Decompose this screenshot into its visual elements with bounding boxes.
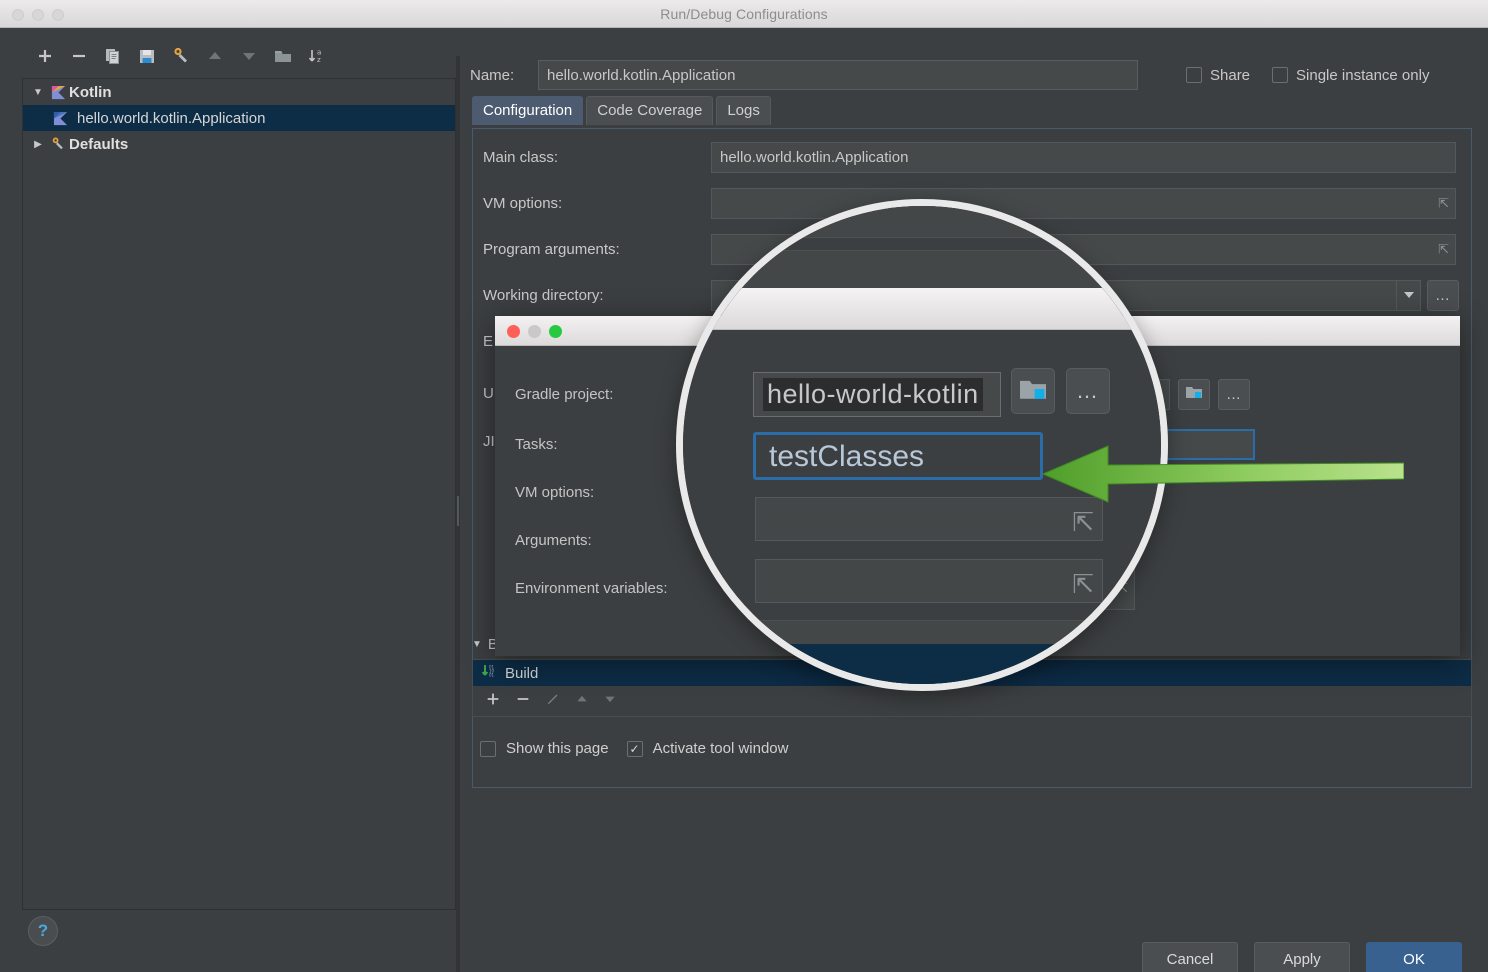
magnified-gradle-project-value: hello-world-kotlin <box>763 378 983 411</box>
working-directory-browse-button[interactable]: … <box>1427 280 1459 311</box>
name-row: Name: Share Single instance only <box>470 58 1480 92</box>
window-titlebar: Run/Debug Configurations <box>0 0 1488 28</box>
single-instance-checkbox[interactable] <box>1272 67 1288 83</box>
main-class-input[interactable]: hello.world.kotlin.Application <box>711 142 1456 173</box>
share-label: Share <box>1210 67 1250 84</box>
kotlin-icon <box>49 111 71 126</box>
gradle-project-browse-button[interactable]: … <box>1218 379 1250 410</box>
minimize-button-icon[interactable] <box>528 325 541 338</box>
tree-group-defaults[interactable]: ▶ Defaults <box>23 131 455 157</box>
dialog-body: a z ▼ Kotlin <box>0 28 1488 972</box>
tab-logs[interactable]: Logs <box>716 96 771 125</box>
ellipsis-label: … <box>1076 378 1100 404</box>
share-checkbox[interactable] <box>1186 67 1202 83</box>
remove-icon[interactable] <box>62 41 96 71</box>
move-up-icon[interactable] <box>198 41 232 71</box>
tab-code-coverage[interactable]: Code Coverage <box>586 96 713 125</box>
configurations-toolbar: a z <box>18 38 456 74</box>
single-instance-label: Single instance only <box>1296 67 1429 84</box>
activate-tool-window-label: Activate tool window <box>653 740 789 757</box>
chevron-right-icon[interactable]: ▶ <box>29 139 47 150</box>
annotation-arrow <box>1040 440 1404 514</box>
magnified-gradle-tasks-value: testClasses <box>769 440 924 474</box>
vm-options-label: VM options: <box>483 195 711 212</box>
minimize-button-icon[interactable] <box>32 9 44 21</box>
configurations-left-pane: a z ▼ Kotlin <box>18 38 456 918</box>
before-launch-item-label: Build <box>505 665 538 682</box>
magnified-pick-project-folder-button[interactable] <box>1011 368 1055 414</box>
remove-icon[interactable] <box>515 691 531 712</box>
expand-icon[interactable]: ⇱ <box>1438 189 1449 218</box>
add-icon[interactable] <box>28 41 62 71</box>
ok-button[interactable]: OK <box>1366 942 1462 972</box>
app-root: Run/Debug Configurations <box>0 0 1488 972</box>
tree-group-kotlin[interactable]: ▼ Kotlin <box>23 79 455 105</box>
svg-text:z: z <box>317 56 321 64</box>
activate-tool-window-checkbox[interactable]: ✓ <box>627 741 643 757</box>
expand-icon[interactable]: ⇱ <box>1438 235 1449 264</box>
project-folder-icon <box>1018 376 1048 407</box>
field-main-class: Main class: hello.world.kotlin.Applicati… <box>483 141 1459 173</box>
before-launch-toolbar <box>473 686 1471 716</box>
folder-icon[interactable] <box>266 41 300 71</box>
close-button-icon[interactable] <box>12 9 24 21</box>
add-icon[interactable] <box>485 691 501 712</box>
move-up-icon[interactable] <box>575 692 589 711</box>
configurations-tree[interactable]: ▼ Kotlin <box>22 78 456 910</box>
wrench-icon <box>47 136 69 152</box>
share-checkbox-group[interactable]: Share <box>1186 67 1250 84</box>
move-down-icon[interactable] <box>603 692 617 711</box>
pane-splitter[interactable] <box>456 56 460 972</box>
show-this-page-label: Show this page <box>506 740 609 757</box>
window-traffic-lights[interactable] <box>12 9 64 21</box>
name-label: Name: <box>470 67 538 84</box>
magnified-gradle-titlebar: ct Gradle Task <box>676 288 1168 330</box>
tree-item-label: hello.world.kotlin.Application <box>77 110 265 127</box>
main-class-label: Main class: <box>483 149 711 166</box>
edit-defaults-wrench-icon[interactable] <box>164 41 198 71</box>
show-this-page-checkbox[interactable] <box>480 741 496 757</box>
project-folder-icon <box>1185 384 1203 404</box>
program-arguments-label: Program arguments: <box>483 241 711 258</box>
tree-item-hello-world-kotlin-application[interactable]: hello.world.kotlin.Application <box>23 105 455 131</box>
chevron-down-icon[interactable] <box>1396 281 1420 310</box>
tree-group-label: Kotlin <box>69 84 112 101</box>
tree-group-label: Defaults <box>69 136 128 153</box>
edit-pencil-icon[interactable] <box>545 691 561 712</box>
before-launch-options: Show this page ✓ Activate tool window <box>480 740 788 757</box>
move-down-icon[interactable] <box>232 41 266 71</box>
magnified-build-row <box>676 644 1168 684</box>
pick-project-folder-button[interactable] <box>1178 379 1210 410</box>
working-directory-label: Working directory: <box>483 287 711 304</box>
magnified-gradle-project-browse-button[interactable]: … <box>1066 368 1110 414</box>
gradle-dialog-traffic-lights[interactable] <box>507 325 562 338</box>
kotlin-icon <box>47 85 69 100</box>
splitter-grip[interactable] <box>457 496 459 526</box>
magnified-gradle-environment-variables-input[interactable]: ⇱ <box>755 559 1103 603</box>
configuration-tabs[interactable]: Configuration Code Coverage Logs <box>472 96 771 125</box>
single-instance-checkbox-group[interactable]: Single instance only <box>1272 67 1429 84</box>
chevron-down-icon[interactable]: ▼ <box>472 639 482 650</box>
svg-text:01: 01 <box>489 673 495 678</box>
close-button-icon[interactable] <box>507 325 520 338</box>
copy-icon[interactable] <box>96 41 130 71</box>
expand-icon[interactable]: ⇱ <box>1072 569 1094 600</box>
magnified-background-field <box>676 250 1168 292</box>
maximize-button-icon[interactable] <box>52 9 64 21</box>
build-icon: 01 10 01 <box>481 664 497 682</box>
sort-alphabetically-icon[interactable]: a z <box>300 41 334 71</box>
dialog-footer: Cancel Apply OK <box>0 900 1488 972</box>
name-input[interactable] <box>538 60 1138 90</box>
main-class-value: hello.world.kotlin.Application <box>720 149 908 166</box>
window-title: Run/Debug Configurations <box>0 6 1488 22</box>
maximize-button-icon[interactable] <box>549 325 562 338</box>
save-icon[interactable] <box>130 41 164 71</box>
chevron-down-icon[interactable]: ▼ <box>29 87 47 98</box>
cancel-button[interactable]: Cancel <box>1142 942 1238 972</box>
apply-button[interactable]: Apply <box>1254 942 1350 972</box>
tab-configuration[interactable]: Configuration <box>472 96 583 125</box>
